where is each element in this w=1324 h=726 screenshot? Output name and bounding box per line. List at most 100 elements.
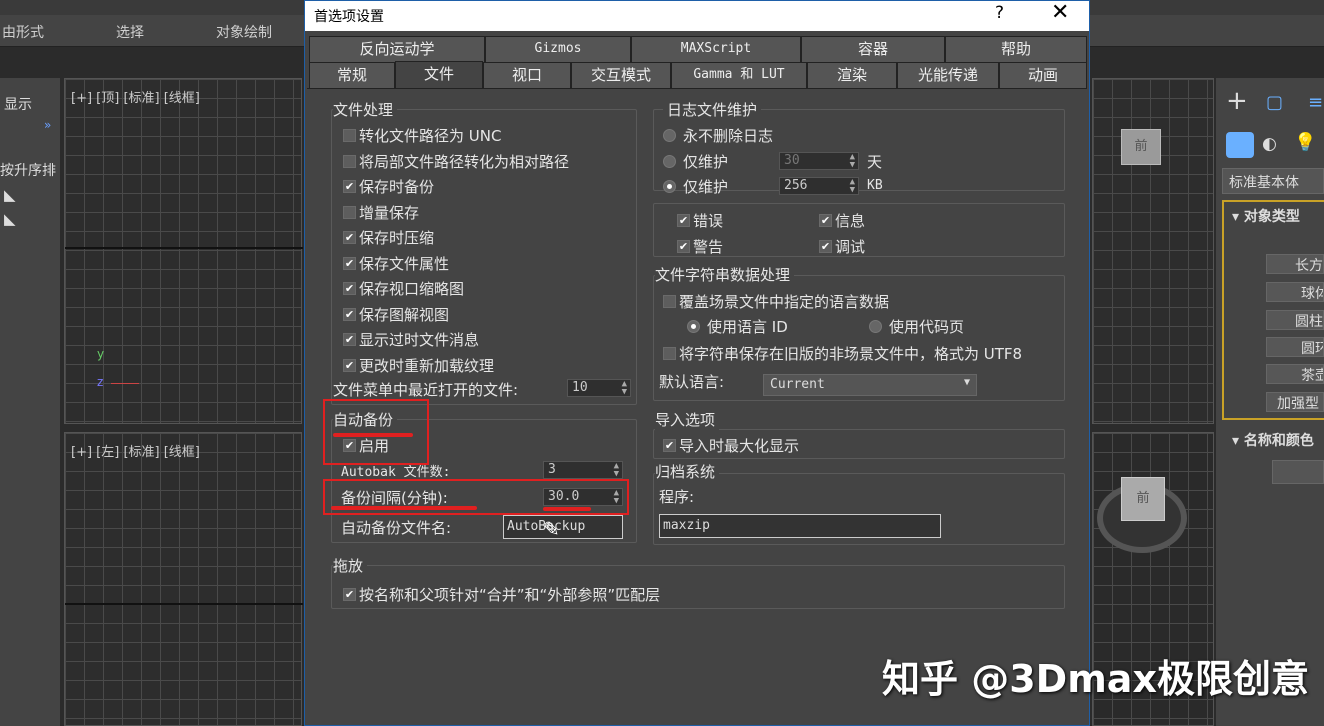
help-button[interactable]: ?: [995, 3, 1004, 23]
chevron-down-icon: ▼: [963, 377, 970, 388]
torus-button[interactable]: 圆环: [1266, 337, 1324, 357]
keep-days-spinner[interactable]: 30 ▲ ▼: [779, 152, 859, 170]
box-button[interactable]: 长方: [1266, 254, 1324, 274]
override-language-checkbox[interactable]: [663, 295, 676, 308]
display-label[interactable]: 显示: [4, 94, 32, 114]
tab-gizmos[interactable]: Gizmos: [485, 36, 631, 62]
default-language-dropdown[interactable]: Current ▼: [763, 374, 977, 396]
import-maximize-label: 导入时最大化显示: [679, 437, 800, 455]
lights-icon[interactable]: 💡: [1294, 132, 1316, 153]
spinner-arrows-icon[interactable]: ▲ ▼: [850, 178, 855, 195]
geometry-icon[interactable]: [1226, 132, 1254, 158]
cylinder-button[interactable]: 圆柱: [1266, 310, 1324, 330]
tab-gamma-lut[interactable]: Gamma 和 LUT: [671, 62, 807, 88]
import-options-title: 导入选项: [655, 409, 720, 430]
save-file-properties-checkbox[interactable]: ✔: [343, 257, 356, 270]
viewport-left[interactable]: [+] [左] [标准] [线框]: [64, 432, 303, 726]
obsolete-message-checkbox[interactable]: ✔: [343, 333, 356, 346]
spinner-arrows-icon[interactable]: ▲ ▼: [850, 153, 855, 170]
object-type-label: 对象类型: [1243, 209, 1300, 225]
create-icon[interactable]: +: [1226, 86, 1248, 116]
sphere-button[interactable]: 球体: [1266, 282, 1324, 302]
ribbon-item-freeform[interactable]: 由形式: [2, 22, 44, 42]
match-layers-checkbox[interactable]: ✔: [343, 588, 356, 601]
tab-animation[interactable]: 动画: [999, 62, 1087, 88]
save-legacy-utf8-checkbox[interactable]: [663, 347, 676, 360]
use-code-page-radio[interactable]: [869, 320, 882, 333]
backup-on-save-checkbox[interactable]: ✔: [343, 180, 356, 193]
tab-interaction-mode[interactable]: 交互模式: [571, 62, 671, 88]
hierarchy-icon[interactable]: ≡: [1308, 92, 1323, 113]
tab-rendering[interactable]: 渲染: [807, 62, 897, 88]
string-data-title: 文件字符串数据处理: [655, 264, 795, 285]
keep-days-radio[interactable]: [663, 155, 676, 168]
log-info-checkbox[interactable]: ✔: [819, 214, 832, 227]
keep-kb-radio[interactable]: [663, 180, 676, 193]
keep-kb-spinner[interactable]: 256 ▲ ▼: [779, 177, 859, 195]
primitive-type-value: 标准基本体: [1229, 175, 1299, 191]
viewcube[interactable]: 前: [1121, 129, 1161, 165]
autobak-count-spinner[interactable]: 3 ▲ ▼: [543, 461, 623, 479]
tab-ik[interactable]: 反向运动学: [309, 36, 485, 62]
spinner-arrows-icon[interactable]: ▲ ▼: [622, 380, 627, 397]
import-maximize-checkbox[interactable]: ✔: [663, 439, 676, 452]
save-legacy-utf8-label: 将字符串保存在旧版的非场景文件中，格式为 UTF8: [679, 345, 1023, 363]
viewcube[interactable]: 前: [1121, 477, 1165, 521]
tab-files[interactable]: 文件: [395, 61, 483, 89]
spinner-arrows-icon[interactable]: ▲ ▼: [614, 462, 619, 479]
annotation-highlight-box: [323, 399, 429, 465]
keep-kb-value: 256: [784, 178, 808, 193]
expand-icon[interactable]: »: [44, 118, 51, 132]
save-thumbnail-checkbox[interactable]: ✔: [343, 282, 356, 295]
primitive-type-dropdown[interactable]: 标准基本体: [1222, 168, 1324, 194]
backup-filename-input[interactable]: AutoBackup: [503, 515, 623, 539]
save-schematic-checkbox[interactable]: ✔: [343, 308, 356, 321]
log-error-checkbox[interactable]: ✔: [677, 214, 690, 227]
log-warning-label: 警告: [693, 238, 724, 256]
close-button[interactable]: ✕: [1051, 0, 1069, 25]
sort-label[interactable]: 按升序排: [0, 160, 56, 180]
ribbon-item-selection[interactable]: 选择: [116, 22, 144, 42]
backup-filename-label: 自动备份文件名:: [341, 519, 452, 537]
tab-containers[interactable]: 容器: [801, 36, 945, 62]
viewport-top[interactable]: [+] [顶] [标准] [线框] y z: [64, 78, 303, 424]
log-warning-checkbox[interactable]: ✔: [677, 240, 690, 253]
archive-program-input[interactable]: maxzip: [659, 514, 941, 538]
viewport-front[interactable]: 前: [1092, 78, 1214, 424]
shapes-icon[interactable]: ◐: [1262, 134, 1277, 154]
teapot-button[interactable]: 茶壶: [1266, 364, 1324, 384]
log-debug-checkbox[interactable]: ✔: [819, 240, 832, 253]
increment-save-checkbox[interactable]: [343, 206, 356, 219]
viewport-top-label[interactable]: [+] [顶] [标准] [线框]: [71, 87, 200, 106]
unc-path-checkbox[interactable]: [343, 129, 356, 142]
tab-general[interactable]: 常规: [309, 62, 395, 88]
ruler-icon[interactable]: ◣: [4, 186, 16, 204]
name-color-title[interactable]: ▾ 名称和颜色: [1232, 430, 1314, 450]
object-name-input[interactable]: [1272, 460, 1324, 484]
tab-help[interactable]: 帮助: [945, 36, 1087, 62]
ruler-icon[interactable]: ◣: [4, 210, 16, 228]
enhanced-button[interactable]: 加强型: [1266, 392, 1324, 412]
viewport-left-label[interactable]: [+] [左] [标准] [线框]: [71, 441, 200, 460]
files-tab-content: 文件处理 转化文件路径为 UNC 将局部文件路径转化为相对路径 ✔ 保存时备份 …: [307, 88, 1087, 724]
log-info-label: 信息: [835, 212, 866, 230]
modify-icon[interactable]: ▢: [1266, 92, 1283, 113]
tab-maxscript[interactable]: MAXScript: [631, 36, 801, 62]
relative-path-checkbox[interactable]: [343, 155, 356, 168]
recent-files-spinner[interactable]: 10 ▲ ▼: [567, 379, 631, 397]
axis-x-icon: [111, 383, 139, 384]
object-type-title[interactable]: ▾ 对象类型: [1232, 206, 1300, 226]
axis-z-icon: z: [97, 375, 104, 389]
use-code-page-label: 使用代码页: [889, 318, 965, 336]
ribbon-item-object-paint[interactable]: 对象绘制: [216, 22, 272, 42]
triangle-down-icon: ▾: [1232, 433, 1244, 449]
axis-y-icon: y: [97, 347, 105, 361]
use-language-id-radio[interactable]: [687, 320, 700, 333]
reload-textures-checkbox[interactable]: ✔: [343, 359, 356, 372]
never-delete-radio[interactable]: [663, 129, 676, 142]
tab-viewports[interactable]: 视口: [483, 62, 571, 88]
compress-on-save-checkbox[interactable]: ✔: [343, 231, 356, 244]
tab-radiosity[interactable]: 光能传递: [897, 62, 999, 88]
dialog-titlebar: 首选项设置 ? ✕: [305, 0, 1089, 31]
days-unit-label: 天: [867, 153, 883, 171]
